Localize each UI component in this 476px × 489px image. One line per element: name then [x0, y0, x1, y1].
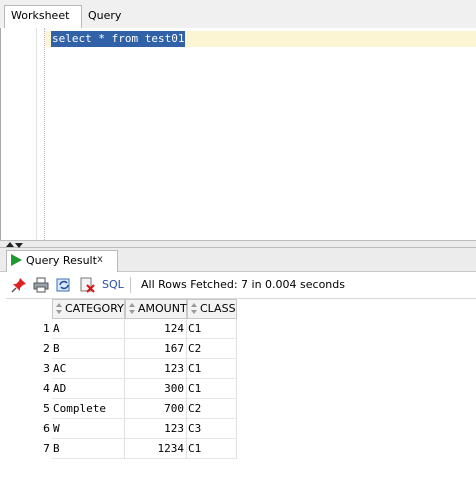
column-header-label: CATEGORY — [65, 302, 124, 315]
table-row[interactable]: 6 W 123 C3 — [6, 419, 237, 439]
fetch-status: All Rows Fetched: 7 in 0.004 seconds — [141, 278, 345, 291]
refresh-sql-icon[interactable] — [56, 277, 72, 293]
table-row[interactable]: 1 A 124 C1 — [6, 319, 237, 339]
table-row[interactable]: 2 B 167 C2 — [6, 339, 237, 359]
cell-category[interactable]: AD — [52, 379, 125, 399]
cell-category[interactable]: AC — [52, 359, 125, 379]
table-row[interactable]: 3 AC 123 C1 — [6, 359, 237, 379]
cancel-query-icon[interactable] — [79, 277, 95, 293]
toolbar-separator — [130, 277, 131, 293]
gutter-divider — [36, 28, 37, 240]
query-result-label[interactable]: Query Result — [26, 252, 97, 270]
collapse-up-icon[interactable] — [6, 242, 14, 247]
row-number: 6 — [43, 422, 50, 435]
cell-class[interactable]: C1 — [187, 319, 237, 339]
cell-amount[interactable]: 167 — [125, 339, 187, 359]
cell-class[interactable]: C3 — [187, 419, 237, 439]
cell-category[interactable]: W — [52, 419, 125, 439]
row-number: 1 — [43, 322, 50, 335]
column-header-label: CLASS — [200, 302, 236, 315]
sql-statement[interactable]: select * from test01 — [51, 31, 186, 47]
row-number: 4 — [43, 382, 50, 395]
cell-category[interactable]: B — [52, 339, 125, 359]
cell-category[interactable]: A — [52, 319, 125, 339]
run-icon — [11, 254, 22, 266]
pin-icon[interactable] — [11, 277, 27, 293]
cell-amount[interactable]: 300 — [125, 379, 187, 399]
cell-category[interactable]: B — [52, 439, 125, 459]
cell-class[interactable]: C2 — [187, 339, 237, 359]
column-header-class[interactable]: CLASS — [187, 299, 237, 319]
sort-icon[interactable] — [129, 303, 135, 315]
row-number: 7 — [43, 442, 50, 455]
column-header-category[interactable]: CATEGORY — [52, 299, 125, 319]
row-number: 5 — [43, 402, 50, 415]
tab-query-builder[interactable]: Query Builder — [82, 6, 162, 42]
editor-gutter — [1, 28, 35, 240]
column-header-label: AMOUNT — [138, 302, 187, 315]
close-tab-button[interactable]: x — [97, 252, 103, 268]
tab-worksheet[interactable]: Worksheet — [4, 5, 82, 29]
row-number: 3 — [43, 362, 50, 375]
cell-category[interactable]: Complete — [52, 399, 125, 419]
sql-editor[interactable] — [0, 28, 476, 240]
fold-margin — [44, 28, 45, 240]
cell-amount[interactable]: 124 — [125, 319, 187, 339]
cell-class[interactable]: C2 — [187, 399, 237, 419]
cell-class[interactable]: C1 — [187, 439, 237, 459]
print-icon[interactable] — [33, 277, 49, 293]
cell-amount[interactable]: 1234 — [125, 439, 187, 459]
cell-amount[interactable]: 123 — [125, 359, 187, 379]
row-number: 2 — [43, 342, 50, 355]
table-row[interactable]: 7 B 1234 C1 — [6, 439, 237, 459]
column-header-amount[interactable]: AMOUNT — [125, 299, 187, 319]
cell-class[interactable]: C1 — [187, 379, 237, 399]
cell-class[interactable]: C1 — [187, 359, 237, 379]
sql-button[interactable]: SQL — [102, 278, 124, 292]
pane-splitter[interactable] — [0, 240, 476, 248]
table-row[interactable]: 5 Complete 700 C2 — [6, 399, 237, 419]
table-row[interactable]: 4 AD 300 C1 — [6, 379, 237, 399]
cell-amount[interactable]: 700 — [125, 399, 187, 419]
sort-icon[interactable] — [56, 303, 62, 315]
cell-amount[interactable]: 123 — [125, 419, 187, 439]
sort-icon[interactable] — [191, 303, 197, 315]
